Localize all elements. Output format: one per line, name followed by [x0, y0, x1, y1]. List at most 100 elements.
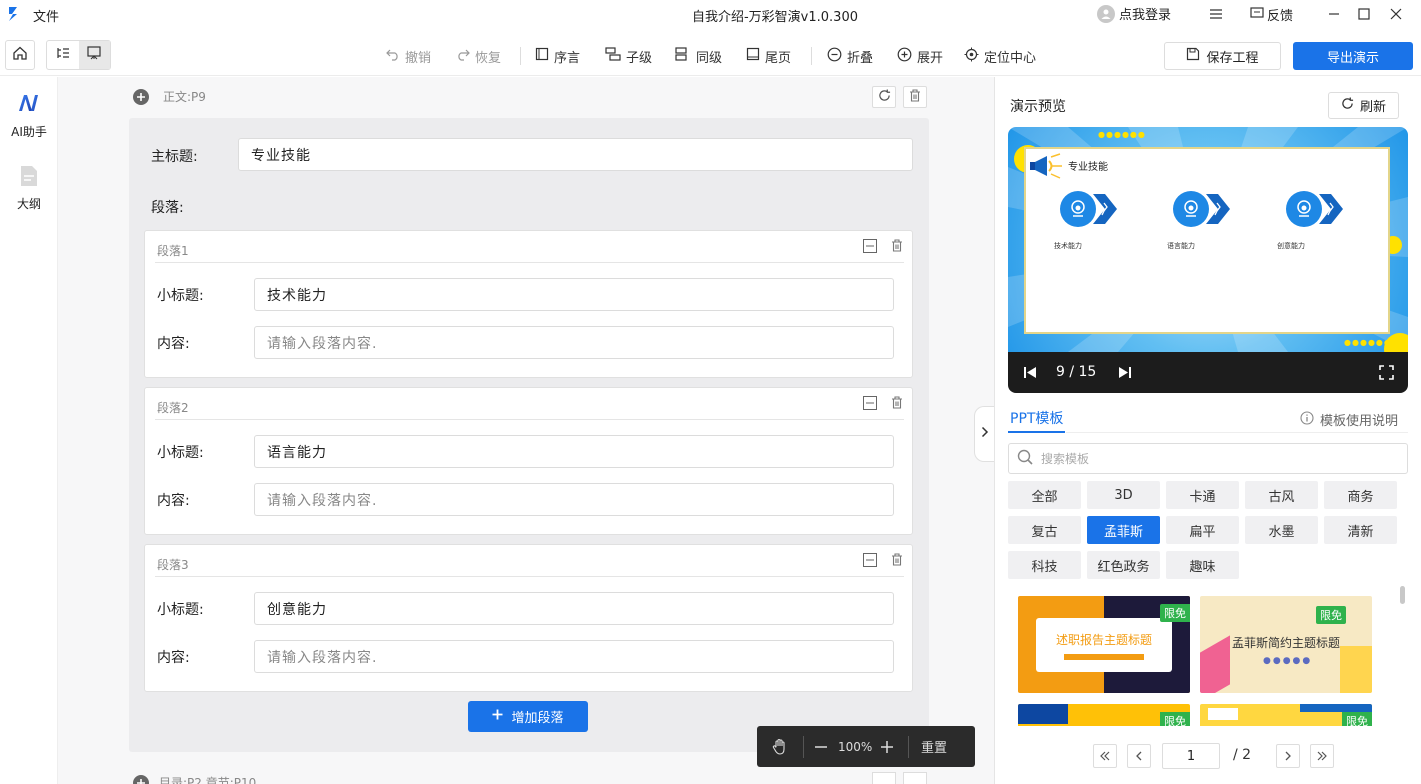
- child-level-button[interactable]: 子级: [605, 42, 652, 70]
- paragraph-card: 段落3 小标题: 创意能力 内容: 请输入段落内容.: [144, 544, 913, 692]
- collapse-icon: [827, 47, 842, 66]
- export-button[interactable]: 导出演示: [1293, 42, 1413, 70]
- category-tag[interactable]: 卡通: [1166, 481, 1239, 509]
- add-node-icon[interactable]: [133, 88, 149, 105]
- category-tag-active[interactable]: 孟菲斯: [1087, 516, 1160, 544]
- refresh-node-button[interactable]: [872, 86, 896, 108]
- minimize-icon[interactable]: [1327, 7, 1341, 25]
- delete-node-button[interactable]: [903, 772, 927, 784]
- content-input[interactable]: 请输入段落内容.: [254, 326, 894, 359]
- arrow-badge-icon: [1319, 194, 1343, 224]
- redo-button[interactable]: 恢复: [456, 42, 501, 70]
- next-slide-icon[interactable]: [1118, 366, 1131, 383]
- slide-view-button[interactable]: [78, 41, 110, 69]
- collapse-label: 折叠: [847, 50, 874, 66]
- feedback-button[interactable]: 反馈: [1250, 5, 1293, 24]
- sidebar-item-outline[interactable]: 大纲: [0, 165, 58, 212]
- main-title-input[interactable]: 专业技能: [238, 138, 913, 171]
- refresh-node-button[interactable]: [872, 772, 896, 784]
- login-button[interactable]: 点我登录: [1097, 4, 1171, 23]
- search-input: 搜索模板: [1041, 452, 1090, 466]
- undo-button[interactable]: 撤销: [386, 42, 431, 70]
- thumb-title: 述职报告主题标题: [1055, 632, 1152, 647]
- home-button[interactable]: [5, 40, 35, 70]
- outline-view-button[interactable]: [47, 41, 79, 69]
- collapse-paragraph-icon[interactable]: [863, 553, 877, 571]
- search-icon: [1017, 449, 1033, 469]
- content-input[interactable]: 请输入段落内容.: [254, 640, 894, 673]
- refresh-icon: [1341, 97, 1354, 114]
- content-input[interactable]: 请输入段落内容.: [254, 483, 894, 516]
- template-scrollbar[interactable]: [1400, 586, 1405, 604]
- category-tag[interactable]: 商务: [1324, 481, 1397, 509]
- category-tag[interactable]: 古风: [1245, 481, 1318, 509]
- save-project-button[interactable]: 保存工程: [1164, 42, 1281, 70]
- sidebar-item-label: AI助手: [11, 125, 47, 139]
- preface-button[interactable]: 序言: [535, 42, 580, 70]
- collapse-paragraph-icon[interactable]: [863, 239, 877, 257]
- category-tag[interactable]: 全部: [1008, 481, 1081, 509]
- template-help-link[interactable]: 模板使用说明: [1300, 410, 1398, 429]
- delete-node-button[interactable]: [903, 86, 927, 108]
- category-tag[interactable]: 扁平: [1166, 516, 1239, 544]
- zoom-out-icon[interactable]: [804, 740, 838, 754]
- free-badge: 限免: [1160, 604, 1190, 622]
- subtitle-input[interactable]: 技术能力: [254, 278, 894, 311]
- ending-page-button[interactable]: 尾页: [746, 42, 791, 70]
- skill-circle-icon: [1173, 191, 1209, 227]
- slide-item-label: 创意能力: [1277, 242, 1305, 250]
- expand-button[interactable]: 展开: [897, 42, 943, 70]
- sidebar-item-ai-assistant[interactable]: AI助手: [0, 93, 58, 140]
- add-node-icon[interactable]: [133, 774, 149, 784]
- template-thumbnail[interactable]: 限免: [1018, 704, 1190, 726]
- category-tag[interactable]: 3D: [1087, 481, 1160, 509]
- close-icon[interactable]: [1389, 7, 1403, 25]
- category-tag[interactable]: 红色政务: [1087, 551, 1160, 579]
- first-page-button[interactable]: [1093, 744, 1117, 768]
- preview-refresh-button[interactable]: 刷新: [1328, 92, 1399, 119]
- panel-toggle-button[interactable]: [974, 406, 994, 462]
- template-thumbnail[interactable]: 孟菲斯简约主题标题 ●●●●● 限免: [1200, 596, 1372, 693]
- delete-paragraph-icon[interactable]: [891, 396, 903, 413]
- previous-slide-icon[interactable]: [1024, 366, 1037, 383]
- next-page-button[interactable]: [1276, 744, 1300, 768]
- content-label: 内容:: [157, 336, 190, 352]
- maximize-icon[interactable]: [1357, 7, 1371, 25]
- fullscreen-icon[interactable]: [1379, 365, 1394, 384]
- chevron-right-icon: [981, 426, 989, 442]
- hand-tool-icon[interactable]: [757, 738, 803, 756]
- page-input[interactable]: 1: [1162, 743, 1220, 769]
- category-tag[interactable]: 科技: [1008, 551, 1081, 579]
- category-tag[interactable]: 清新: [1324, 516, 1397, 544]
- toolbar-divider: [520, 47, 521, 65]
- main-toolbar: 撤销 恢复 序言 子级 同级 尾页 折叠 展开 定位中心 保存工程 导出演示: [0, 36, 1421, 76]
- tab-ppt-templates[interactable]: PPT模板: [1008, 404, 1066, 433]
- category-tag[interactable]: 趣味: [1166, 551, 1239, 579]
- category-tag[interactable]: 水墨: [1245, 516, 1318, 544]
- zoom-in-icon[interactable]: [870, 740, 904, 754]
- expand-label: 展开: [917, 50, 944, 66]
- locate-center-button[interactable]: 定位中心: [964, 42, 1036, 70]
- delete-paragraph-icon[interactable]: [891, 239, 903, 256]
- undo-label: 撤销: [405, 50, 432, 66]
- presentation-icon: [86, 45, 102, 65]
- template-thumbnail[interactable]: 限免: [1200, 704, 1372, 726]
- subtitle-input[interactable]: 语言能力: [254, 435, 894, 468]
- sibling-level-button[interactable]: 同级: [675, 42, 722, 70]
- help-label: 模板使用说明: [1320, 414, 1399, 429]
- hamburger-menu-icon[interactable]: [1209, 7, 1223, 25]
- zoom-reset-button[interactable]: 重置: [921, 737, 947, 756]
- collapse-button[interactable]: 折叠: [827, 42, 873, 70]
- last-page-button[interactable]: [1310, 744, 1334, 768]
- delete-paragraph-icon[interactable]: [891, 553, 903, 570]
- subtitle-input[interactable]: 创意能力: [254, 592, 894, 625]
- template-thumbnail[interactable]: 述职报告主题标题 限免: [1018, 596, 1190, 693]
- prev-page-button[interactable]: [1127, 744, 1151, 768]
- slide-item-label: 技术能力: [1054, 242, 1082, 250]
- template-search[interactable]: 搜索模板: [1008, 443, 1408, 474]
- undo-icon: [386, 47, 400, 65]
- collapse-paragraph-icon[interactable]: [863, 396, 877, 414]
- category-tag[interactable]: 复古: [1008, 516, 1081, 544]
- slide-preview: ●●●●●● ●●●●●● 专业技能 技术能力 语言能力 创意能力: [1008, 127, 1408, 352]
- add-paragraph-button[interactable]: 增加段落: [468, 701, 588, 732]
